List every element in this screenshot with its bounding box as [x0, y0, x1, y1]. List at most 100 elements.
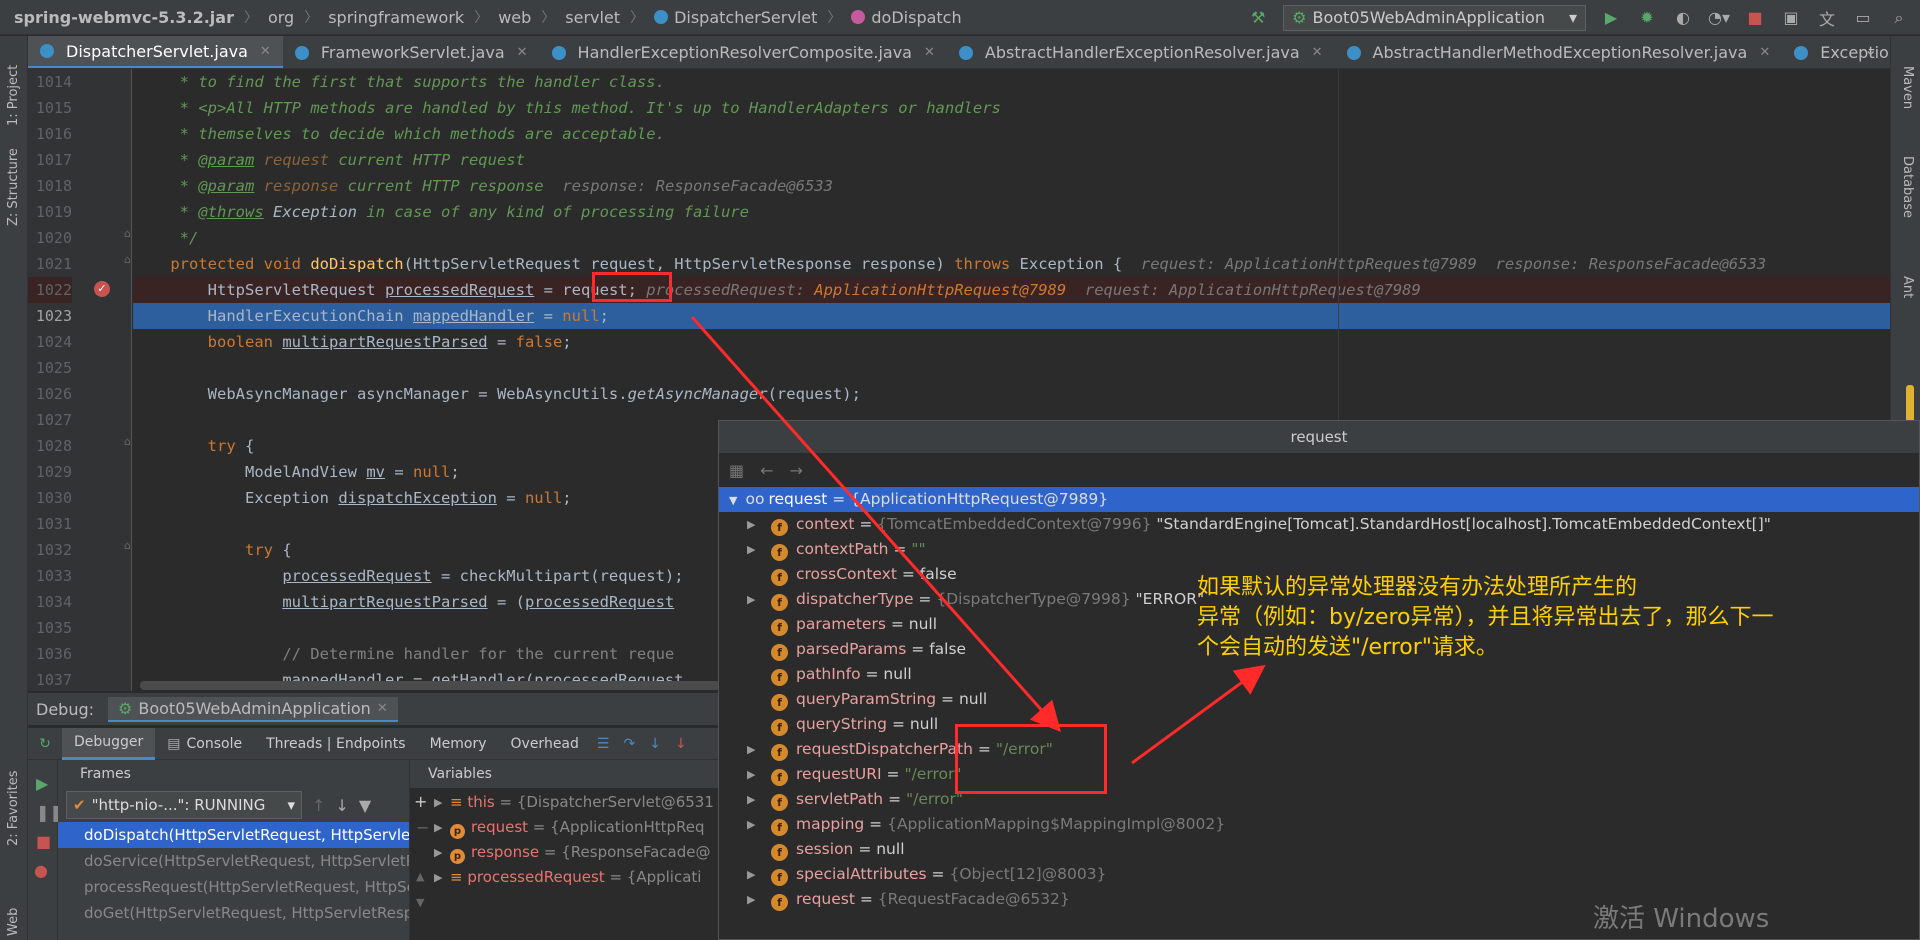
- run-icon[interactable]: ▶: [1600, 7, 1622, 29]
- tab-handlerexceptionresolvercomposite[interactable]: HandlerExceptionResolverComposite.java ✕: [540, 36, 947, 68]
- breadcrumb-org[interactable]: org: [268, 8, 294, 27]
- close-icon[interactable]: ✕: [517, 45, 528, 60]
- popup-field-row[interactable]: f pathInfo = null: [719, 662, 1919, 687]
- project-structure-icon[interactable]: ▣: [1780, 7, 1802, 29]
- stop-icon[interactable]: ■: [1744, 7, 1766, 29]
- horizontal-scrollbar[interactable]: [140, 681, 720, 690]
- tab-debugger[interactable]: Debugger: [62, 727, 156, 760]
- close-icon[interactable]: ✕: [377, 701, 388, 716]
- popup-field-row[interactable]: f queryString = null: [719, 712, 1919, 737]
- back-arrow-icon[interactable]: ←: [760, 461, 773, 480]
- frame-item[interactable]: doDispatch(HttpServletRequest, HttpServl…: [58, 822, 409, 848]
- expand-icon[interactable]: ▶: [434, 815, 442, 840]
- tab-threads-endpoints[interactable]: Threads | Endpoints: [254, 728, 417, 760]
- expand-icon[interactable]: ▶: [747, 862, 755, 887]
- arrow-down-icon[interactable]: ↓: [335, 796, 348, 815]
- step-into-icon[interactable]: ↓: [649, 736, 661, 752]
- breadcrumb-class[interactable]: DispatcherServlet: [674, 8, 817, 27]
- frame-item[interactable]: doGet(HttpServletRequest, HttpServletRes…: [58, 900, 409, 926]
- structure-tool-tab[interactable]: Z: Structure: [6, 148, 21, 226]
- expand-icon[interactable]: ▶: [747, 812, 755, 837]
- variable-row[interactable]: ▶ ≡ this = {DispatcherServlet@6531: [410, 790, 718, 815]
- expand-icon[interactable]: ▶: [747, 512, 755, 537]
- tab-abstracthandlerexceptionresolver[interactable]: AbstractHandlerExceptionResolver.java ✕: [947, 36, 1335, 68]
- popup-field-row[interactable]: f queryParamString = null: [719, 687, 1919, 712]
- arrow-up-icon[interactable]: ↑: [312, 796, 325, 815]
- favorites-tool-tab[interactable]: 2: Favorites: [6, 770, 21, 846]
- debug-icon[interactable]: ✹: [1636, 7, 1658, 29]
- variable-row[interactable]: ▶ p request = {ApplicationHttpReq: [410, 815, 718, 840]
- expand-icon[interactable]: ▶: [434, 840, 442, 865]
- frame-item[interactable]: processRequest(HttpServletRequest, HttpS…: [58, 874, 409, 900]
- debug-session-tab[interactable]: ⚙ Boot05WebAdminApplication ✕: [108, 696, 398, 722]
- variable-row[interactable]: ▶ p response = {ResponseFacade@: [410, 840, 718, 865]
- breadcrumb-springframework[interactable]: springframework: [328, 8, 464, 27]
- coverage-icon[interactable]: ◐: [1672, 7, 1694, 29]
- close-icon[interactable]: ✕: [260, 44, 271, 59]
- breadcrumb-jar[interactable]: spring-webmvc-5.3.2.jar: [14, 8, 234, 27]
- remove-icon[interactable]: −: [416, 818, 429, 837]
- pause-icon[interactable]: ❚❚: [36, 803, 63, 822]
- tab-dispatcherservlet[interactable]: DispatcherServlet.java ✕: [28, 36, 283, 68]
- force-step-into-icon[interactable]: ↓: [675, 736, 687, 752]
- breadcrumb-method[interactable]: doDispatch: [871, 8, 961, 27]
- close-icon[interactable]: ✕: [1759, 45, 1770, 60]
- translate-icon[interactable]: 文: [1816, 7, 1838, 29]
- forward-arrow-icon[interactable]: →: [790, 461, 803, 480]
- expand-icon[interactable]: ▶: [747, 737, 755, 762]
- popup-field-row[interactable]: ▶ f contextPath = "": [719, 537, 1919, 562]
- tab-frameworkservlet[interactable]: FrameworkServlet.java ✕: [283, 36, 540, 68]
- add-icon[interactable]: +: [414, 792, 427, 811]
- frame-item[interactable]: doService(HttpServletRequest, HttpServle…: [58, 848, 409, 874]
- fold-icon[interactable]: ⌂: [124, 253, 131, 266]
- fold-icon[interactable]: ⌂: [124, 227, 131, 240]
- popup-field-row[interactable]: f session = null: [719, 837, 1919, 862]
- ant-tool-tab[interactable]: Ant: [1900, 276, 1915, 298]
- popup-field-row[interactable]: ▶ f servletPath = "/error": [719, 787, 1919, 812]
- fold-icon[interactable]: ⌂: [124, 435, 131, 448]
- build-hammer-icon[interactable]: ⚒: [1247, 7, 1269, 29]
- profile-icon[interactable]: ◔▾: [1708, 7, 1730, 29]
- expand-icon[interactable]: ▶: [747, 537, 755, 562]
- fold-icon[interactable]: ⌂: [124, 539, 131, 552]
- maven-tool-tab[interactable]: Maven: [1900, 66, 1915, 109]
- move-down-icon[interactable]: ▼: [416, 896, 424, 909]
- window-layout-icon[interactable]: ▭: [1852, 7, 1874, 29]
- rerun-icon[interactable]: ↻: [28, 736, 62, 752]
- tree-icon[interactable]: ▦: [729, 461, 744, 480]
- breadcrumb-web[interactable]: web: [498, 8, 531, 27]
- expand-icon[interactable]: ▶: [747, 787, 755, 812]
- step-over-icon[interactable]: ↷: [623, 736, 635, 752]
- database-tool-tab[interactable]: Database: [1900, 156, 1915, 218]
- variable-row[interactable]: ▶ ≡ processedRequest = {Applicati: [410, 865, 718, 890]
- breakpoint-icon[interactable]: ✓: [94, 281, 110, 297]
- close-icon[interactable]: ✕: [924, 45, 935, 60]
- tab-console[interactable]: ▤ Console: [155, 728, 254, 760]
- filter-icon[interactable]: ▼: [359, 796, 371, 815]
- thread-select[interactable]: ✔ "http-nio-...": RUNNING ▾: [66, 791, 302, 819]
- expand-icon[interactable]: ▶: [747, 762, 755, 787]
- move-up-icon[interactable]: ▲: [416, 870, 424, 883]
- expand-icon[interactable]: ▶: [747, 887, 755, 912]
- popup-field-row[interactable]: ▶ f context = {TomcatEmbeddedContext@7996}…: [719, 512, 1919, 537]
- popup-field-row[interactable]: ▶ f specialAttributes = {Object[12]@8003}: [719, 862, 1919, 887]
- expand-icon[interactable]: ▶: [434, 790, 442, 815]
- popup-field-row[interactable]: ▶ f requestURI = "/error": [719, 762, 1919, 787]
- stop-icon[interactable]: ■: [36, 832, 57, 851]
- view-breakpoints-icon[interactable]: ●: [34, 861, 57, 880]
- resume-icon[interactable]: ▶: [36, 774, 57, 793]
- menu-icon[interactable]: ☰: [597, 736, 610, 752]
- popup-field-row[interactable]: ▶ f requestDispatcherPath = "/error": [719, 737, 1919, 762]
- collapse-icon[interactable]: ▼: [729, 494, 737, 507]
- search-icon[interactable]: ⌕: [1888, 7, 1910, 29]
- project-tool-tab[interactable]: 1: Project: [6, 65, 21, 126]
- web-tool-tab[interactable]: Web: [6, 908, 21, 936]
- run-configuration-select[interactable]: ⚙ Boot05WebAdminApplication ▾: [1283, 4, 1586, 31]
- popup-field-row[interactable]: ▶ f mapping = {ApplicationMapping$MappingI…: [719, 812, 1919, 837]
- expand-icon[interactable]: ▶: [434, 865, 442, 890]
- tab-abstracthandlermethodexceptionresolver[interactable]: AbstractHandlerMethodExceptionResolver.j…: [1335, 36, 1783, 68]
- expand-icon[interactable]: ▶: [747, 587, 755, 612]
- breadcrumb-servlet[interactable]: servlet: [565, 8, 620, 27]
- close-icon[interactable]: ✕: [1312, 45, 1323, 60]
- tab-overhead[interactable]: Overhead: [499, 728, 591, 760]
